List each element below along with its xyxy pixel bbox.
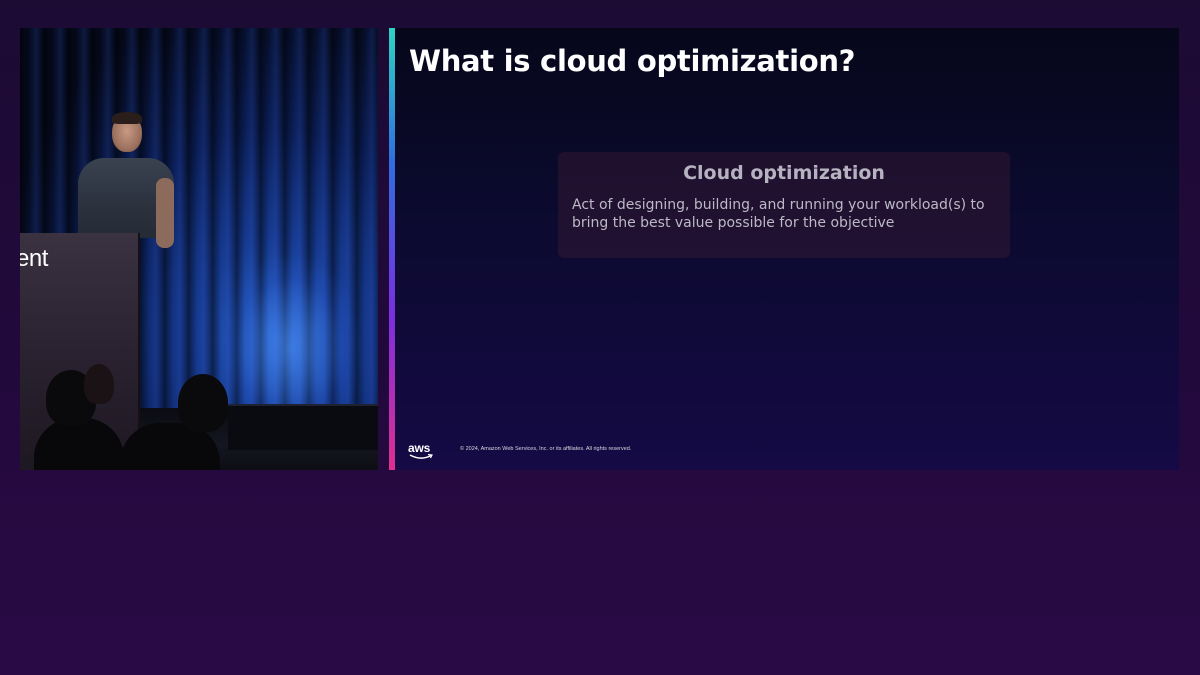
speaker-arm [156, 178, 174, 248]
audience-member-head [178, 374, 228, 432]
aws-smile-icon [409, 454, 433, 459]
aws-logo-text: aws [408, 441, 431, 455]
definition-heading: Cloud optimization [683, 162, 885, 184]
definition-body: Act of designing, building, and running … [572, 197, 985, 231]
podium-sign-text: ent [20, 245, 48, 272]
definition-card: Cloud optimization Act of designing, bui… [558, 152, 1010, 258]
presentation-slide: What is cloud optimization? Cloud optimi… [395, 28, 1179, 470]
aws-logo: aws [408, 441, 436, 461]
speaker-hair [112, 112, 142, 124]
stage-step [228, 404, 378, 450]
copyright-notice: © 2024, Amazon Web Services, Inc. or its… [460, 446, 632, 452]
audience-member-head [84, 364, 114, 404]
speaker-video-panel: ent [20, 28, 378, 470]
slide-title: What is cloud optimization? [409, 44, 856, 78]
